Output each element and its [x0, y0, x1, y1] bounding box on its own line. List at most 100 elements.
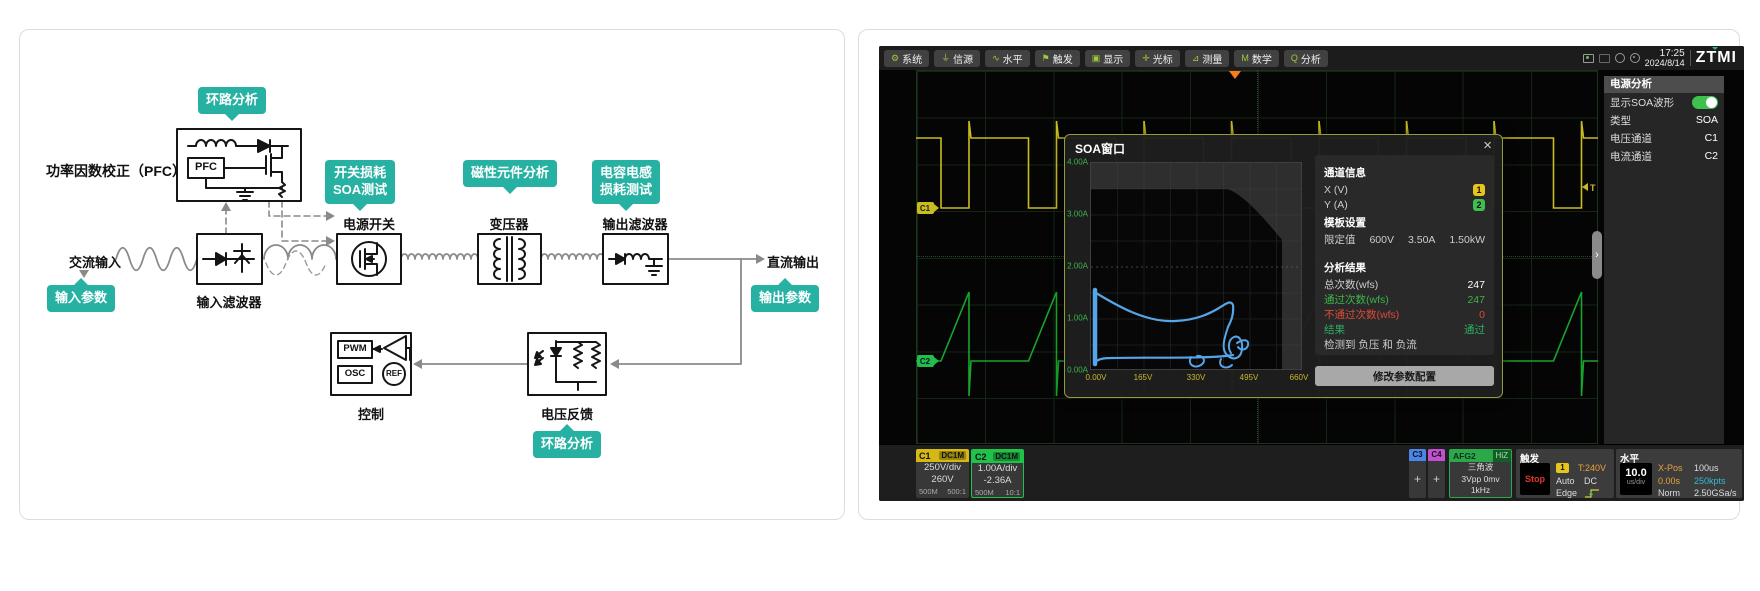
svg-text:C1: C1	[920, 204, 931, 213]
transformer-label: 变压器	[489, 214, 528, 233]
ac-sine-wave	[116, 248, 197, 271]
x-tick: 495V	[1240, 373, 1259, 382]
menu-label: 光标	[1153, 51, 1173, 66]
remote-display-icon[interactable]	[1583, 54, 1594, 63]
menubar-right-cluster: 17:25 2024/8/14 ZTMI	[1583, 46, 1740, 70]
flag-icon: ⚑	[1042, 54, 1050, 63]
c1-ground-marker[interactable]: C1	[917, 202, 939, 214]
channel-1-block[interactable]: C1 DC1M 250V/div 260V 500M 500:1	[916, 449, 969, 498]
menu-label: 分析	[1301, 51, 1321, 66]
xpos-label: X-Pos	[1658, 463, 1683, 473]
y-tick: 2.00A	[1065, 262, 1088, 271]
channel-3-block[interactable]: C3 +	[1409, 449, 1426, 498]
magnifier-icon: Q	[1291, 54, 1298, 63]
math-icon: M	[1241, 54, 1249, 63]
channel-4-block[interactable]: C4 +	[1428, 449, 1445, 498]
scope-screen: ⚙系统 ⏚信源 ∿水平 ⚑触发 ▣显示 ✛光标 ⊿测量 M数学 Q分析 17:2…	[879, 46, 1744, 501]
menu-measure-button[interactable]: ⊿测量	[1185, 50, 1230, 67]
menu-trigger-button[interactable]: ⚑触发	[1035, 50, 1080, 67]
sidebar-row-voltage-channel[interactable]: 电压通道 C1	[1604, 129, 1724, 147]
sidebar-row-show-soa[interactable]: 显示SOA波形	[1604, 93, 1724, 111]
output-filter-label: 输出滤波器	[602, 214, 667, 233]
channel-coupling: DC1M	[993, 452, 1020, 461]
ruler-icon: ⊿	[1192, 54, 1200, 63]
add-channel-button[interactable]: +	[1428, 461, 1445, 497]
control-label: 控制	[358, 404, 384, 423]
afg-block[interactable]: AFG2 HiZ 三角波 3Vpp 0mv 1kHz	[1449, 449, 1512, 498]
gear-icon: ⚙	[891, 54, 899, 63]
scope-menubar: ⚙系统 ⏚信源 ∿水平 ⚑触发 ▣显示 ✛光标 ⊿测量 M数学 Q分析 17:2…	[879, 46, 1744, 70]
fail-count-value: 0	[1479, 309, 1485, 321]
note-row: 检测到 负压 和 负流	[1324, 337, 1485, 352]
dc-output-label: 直流输出	[767, 252, 819, 271]
soa-window-dialog: SOA窗口 × 4.00A 3.00A 2.00A 1.00A 0.00A 0.…	[1064, 134, 1503, 398]
trigger-position-marker	[1229, 71, 1241, 79]
channel-2-block[interactable]: C2 DC1M 1.00A/div -2.36A 500M 10:1	[971, 449, 1024, 498]
callout-loop-analysis-top: 环路分析	[198, 87, 266, 114]
total-count-value: 247	[1467, 279, 1485, 291]
c2-ground-marker[interactable]: C2	[917, 355, 939, 367]
channel-2-badge: 2	[1473, 199, 1485, 211]
menu-label: 信源	[953, 51, 973, 66]
network-icon[interactable]	[1615, 53, 1625, 63]
soa-info-panel: 通道信息 X (V) 1 Y (A) 2 模板设置 限定值 600V 3.50A	[1315, 155, 1494, 355]
phone-link-icon[interactable]	[1630, 53, 1640, 63]
x-channel-row: X (V) 1	[1324, 182, 1485, 197]
sidebar-row-type[interactable]: 类型 SOA	[1604, 111, 1724, 129]
menu-display-button[interactable]: ▣显示	[1085, 50, 1131, 67]
total-count-row: 总次数(wfs) 247	[1324, 277, 1485, 292]
time-text: 17:25	[1645, 48, 1685, 59]
trigger-level-marker[interactable]: T	[1582, 183, 1596, 193]
menu-horizontal-button[interactable]: ∿水平	[985, 50, 1030, 67]
trigger-block[interactable]: 触发 Stop 1 T:240V Auto DC Edge	[1516, 449, 1614, 498]
brand-logo: ZTMI	[1696, 49, 1740, 67]
channel-name: C3	[1409, 449, 1426, 461]
afg-amplitude: 3Vpp 0mv	[1450, 474, 1511, 486]
y-channel-row: Y (A) 2	[1324, 197, 1485, 212]
x-tick: 0.00V	[1086, 373, 1107, 382]
scope-bottom-bar: C1 DC1M 250V/div 260V 500M 500:1 C2 DC1M	[879, 444, 1744, 501]
sidebar-row-current-channel[interactable]: 电流通道 C2	[1604, 147, 1724, 165]
menu-analysis-button[interactable]: Q分析	[1284, 50, 1328, 67]
menu-math-button[interactable]: M数学	[1234, 50, 1279, 67]
sidebar-collapse-handle[interactable]: ›	[1592, 231, 1602, 279]
sidebar-row-value: C1	[1705, 132, 1718, 144]
menu-cursor-button[interactable]: ✛光标	[1135, 50, 1180, 67]
callout-magnetic-analysis: 磁性元件分析	[463, 160, 557, 187]
callout-text: 环路分析	[206, 92, 258, 107]
afg-name: AFG2	[1450, 450, 1493, 462]
limit-label: 限定值	[1324, 232, 1356, 247]
delay-value: 0.00s	[1658, 476, 1680, 486]
probe-ratio: 500:1	[947, 487, 966, 496]
menu-system-button[interactable]: ⚙系统	[884, 50, 929, 67]
callout-text: 环路分析	[541, 436, 593, 451]
modify-parameters-button[interactable]: 修改参数配置	[1315, 366, 1494, 386]
pfc-box-text: PFC	[195, 161, 217, 173]
wave-icon: ∿	[992, 54, 1000, 63]
soa-display-toggle[interactable]	[1692, 96, 1718, 109]
trigger-type: Edge	[1556, 488, 1577, 498]
add-channel-button[interactable]: +	[1409, 461, 1426, 497]
callout-text: SOA测试	[333, 182, 387, 199]
afg-frequency: 1kHz	[1450, 485, 1511, 497]
memory-depth: 250kpts	[1694, 476, 1726, 486]
storage-icon[interactable]	[1599, 54, 1610, 63]
x-tick: 660V	[1290, 373, 1309, 382]
note-text: 检测到 负压 和 负流	[1324, 337, 1417, 352]
menu-label: 测量	[1202, 51, 1222, 66]
callout-switch-loss-soa: 开关损耗 SOA测试	[325, 160, 395, 204]
horizontal-block[interactable]: 水平 10.0 us/div X-Pos 100us 0.00s 250kpts…	[1616, 449, 1742, 498]
pwm-box-text: PWM	[343, 343, 366, 354]
channel-name: C1	[919, 451, 931, 461]
x-tick: 165V	[1134, 373, 1153, 382]
close-icon[interactable]: ×	[1483, 137, 1492, 154]
sidebar-row-label: 电压通道	[1610, 131, 1652, 146]
power-supply-diagram-panel: PFC PWM OSC REF 功率因数校正（PFC） 交流输入 输入滤波器 电…	[19, 29, 845, 520]
analysis-results-header: 分析结果	[1324, 260, 1485, 275]
result-row: 结果 通过	[1324, 322, 1485, 337]
menu-label: 系统	[902, 51, 922, 66]
afg-impedance: HiZ	[1493, 450, 1511, 462]
callout-cap-ind-loss: 电容电感 损耗测试	[592, 160, 660, 204]
menu-source-button[interactable]: ⏚信源	[934, 50, 980, 67]
rectified-wave	[264, 245, 336, 275]
